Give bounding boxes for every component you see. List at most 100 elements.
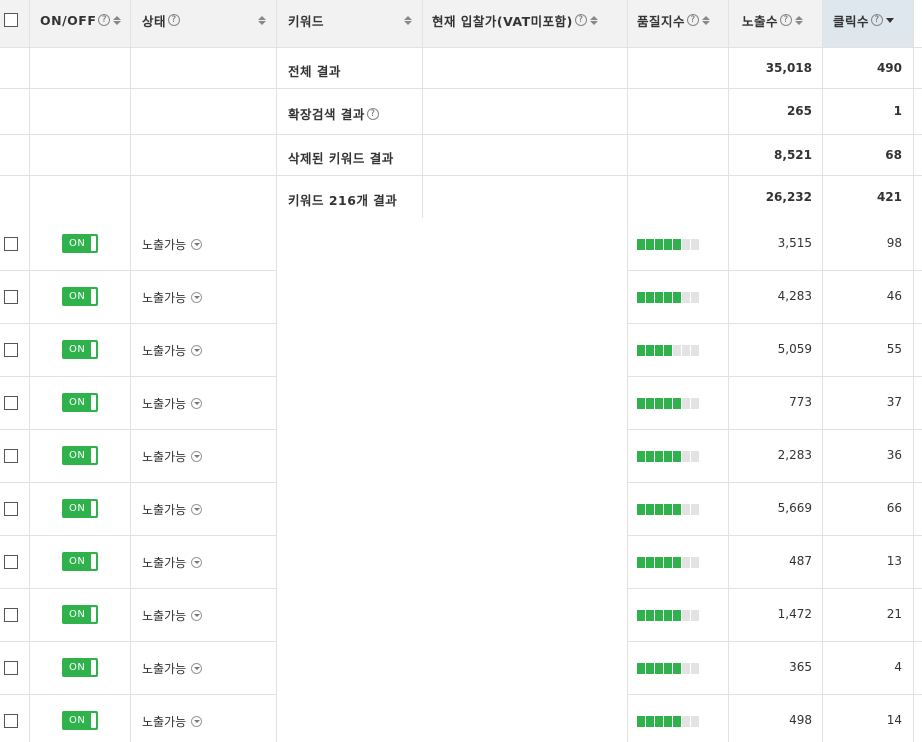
quality-segment [664,610,672,621]
status-dropdown[interactable]: 노출가능 [142,395,203,412]
grid-vline [130,218,131,742]
toggle-label: ON [69,662,86,673]
status-dropdown[interactable]: 노출가능 [142,448,203,465]
sort-icon[interactable] [404,15,412,25]
chevron-down-icon[interactable] [191,292,203,303]
grid-hline [627,376,922,377]
chevron-down-icon[interactable] [191,451,203,462]
onoff-toggle[interactable]: ON [62,393,98,412]
status-label: 노출가능 [142,397,187,411]
sort-desc-icon[interactable] [886,17,895,23]
column-header-status[interactable]: 상태 ? [142,0,270,40]
row-checkbox[interactable] [4,608,18,622]
status-dropdown[interactable]: 노출가능 [142,713,203,730]
status-dropdown[interactable]: 노출가능 [142,607,203,624]
grid-hline [0,588,276,589]
grid-vline [276,0,277,218]
clicks-value: 55 [886,342,902,356]
help-icon[interactable]: ? [780,14,793,26]
onoff-toggle[interactable]: ON [62,287,98,306]
row-checkbox[interactable] [4,237,18,251]
status-label: 노출가능 [142,556,187,570]
chevron-down-icon[interactable] [191,239,203,250]
sort-icon[interactable] [702,15,711,25]
onoff-toggle[interactable]: ON [62,552,98,571]
row-checkbox[interactable] [4,714,18,728]
sort-icon[interactable] [258,15,266,25]
sort-icon[interactable] [795,15,804,25]
clicks-value: 13 [886,554,902,568]
row-checkbox[interactable] [4,343,18,357]
onoff-toggle[interactable]: ON [62,234,98,253]
impressions-value: 5,059 [777,342,812,356]
quality-segment [637,663,645,674]
summary-impressions: 26,232 [765,190,812,204]
help-icon[interactable]: ? [168,14,181,26]
status-dropdown[interactable]: 노출가능 [142,342,203,359]
column-header-impressions[interactable]: 노출수 ? [742,0,822,40]
status-dropdown[interactable]: 노출가능 [142,501,203,518]
toggle-knob [91,342,96,357]
chevron-down-icon[interactable] [191,716,203,727]
status-dropdown[interactable]: 노출가능 [142,289,203,306]
onoff-toggle[interactable]: ON [62,499,98,518]
chevron-down-icon[interactable] [191,610,203,621]
status-dropdown[interactable]: 노출가능 [142,554,203,571]
toggle-label: ON [69,397,86,408]
toggle-knob [91,448,96,463]
quality-segment [646,716,654,727]
row-checkbox[interactable] [4,502,18,516]
quality-segment [673,451,681,462]
column-header-keyword[interactable]: 키워드 [288,0,416,40]
quality-segment [664,345,672,356]
impressions-value: 3,515 [777,236,812,250]
clicks-value: 36 [886,448,902,462]
row-checkbox[interactable] [4,555,18,569]
chevron-down-icon[interactable] [191,663,203,674]
sort-icon[interactable] [113,15,122,25]
quality-segment [682,663,690,674]
summary-label-deleted: 삭제된 키워드 결과 [288,151,394,166]
grid-hline [627,482,922,483]
select-all-checkbox[interactable] [4,13,18,27]
column-header-onoff[interactable]: ON/OFF ? [40,0,128,40]
sort-icon[interactable] [589,15,598,25]
onoff-toggle[interactable]: ON [62,605,98,624]
status-dropdown[interactable]: 노출가능 [142,236,203,253]
help-icon[interactable]: ? [871,14,884,26]
column-header-bid[interactable]: 현재 입찰가(VAT미포함) ? [432,0,626,40]
status-dropdown[interactable]: 노출가능 [142,660,203,677]
grid-vline [728,218,729,742]
grid-hline [627,270,922,271]
quality-segment [655,398,663,409]
grid-vline [627,218,628,742]
chevron-down-icon[interactable] [191,398,203,409]
help-icon[interactable]: ? [687,14,700,26]
toggle-label: ON [69,238,86,249]
onoff-toggle[interactable]: ON [62,711,98,730]
toggle-knob [91,501,96,516]
quality-segment [637,557,645,568]
row-checkbox[interactable] [4,661,18,675]
quality-segment [655,663,663,674]
help-icon[interactable]: ? [98,14,111,26]
quality-index-bar [637,398,700,409]
onoff-toggle[interactable]: ON [62,658,98,677]
clicks-value: 98 [886,236,902,250]
help-icon[interactable]: ? [574,14,587,26]
toggle-label: ON [69,556,86,567]
column-header-quality[interactable]: 품질지수 ? [637,0,727,40]
onoff-toggle[interactable]: ON [62,340,98,359]
help-icon[interactable]: ? [366,107,379,120]
impressions-value: 4,283 [777,289,812,303]
chevron-down-icon[interactable] [191,504,203,515]
quality-index-bar [637,663,700,674]
onoff-toggle[interactable]: ON [62,446,98,465]
row-checkbox[interactable] [4,449,18,463]
row-checkbox[interactable] [4,290,18,304]
quality-index-bar [637,504,700,515]
column-header-clicks[interactable]: 클릭수 ? [833,0,913,40]
row-checkbox[interactable] [4,396,18,410]
chevron-down-icon[interactable] [191,557,203,568]
chevron-down-icon[interactable] [191,345,203,356]
